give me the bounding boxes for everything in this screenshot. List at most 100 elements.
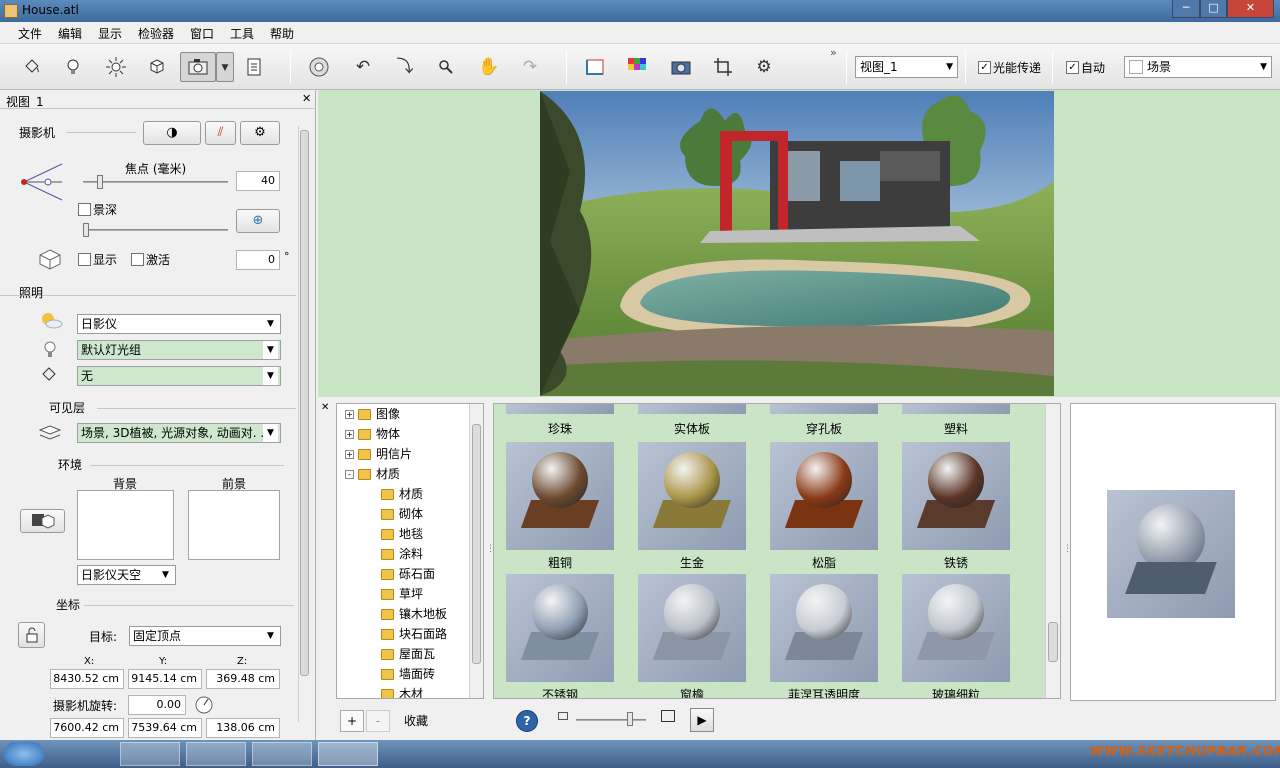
light-group-select[interactable]: 默认灯光组 ▼: [77, 340, 281, 360]
undo-icon[interactable]: ↶: [348, 52, 378, 82]
material-thumbnail-partial[interactable]: [638, 404, 746, 414]
focal-length-input[interactable]: 40: [236, 171, 280, 191]
material-thumbnail[interactable]: [902, 574, 1010, 682]
tree-expander-icon[interactable]: -: [345, 470, 354, 479]
camera-type-button[interactable]: ◑: [143, 121, 201, 145]
menu-inspector[interactable]: 检验器: [138, 25, 174, 42]
export-image-icon[interactable]: [580, 52, 610, 82]
tree-item[interactable]: - 材质: [345, 464, 400, 484]
minimize-button[interactable]: ─: [1172, 0, 1200, 18]
environment-swap-button[interactable]: [20, 509, 65, 533]
start-button[interactable]: [4, 742, 44, 766]
material-thumbnail[interactable]: [638, 442, 746, 550]
render-camera-icon[interactable]: [666, 52, 696, 82]
camera-y-input[interactable]: 7539.64 cm: [128, 718, 202, 738]
tree-expander-icon[interactable]: +: [345, 410, 354, 419]
focal-length-slider[interactable]: [83, 181, 228, 183]
global-illumination-checkbox[interactable]: ✓: [978, 61, 991, 74]
scene-select[interactable]: 场景 ▼: [1124, 56, 1272, 78]
scrollbar-thumb[interactable]: [1048, 622, 1058, 662]
target-y-input[interactable]: 9145.14 cm: [128, 669, 202, 689]
material-thumbnail[interactable]: [770, 574, 878, 682]
tree-scrollbar[interactable]: [469, 404, 483, 698]
large-thumbnail-icon[interactable]: [661, 710, 675, 722]
camera-settings-button[interactable]: ⚙: [240, 121, 280, 145]
menu-edit[interactable]: 编辑: [58, 25, 82, 42]
depth-of-field-slider[interactable]: [83, 229, 228, 231]
target-z-input[interactable]: 369.48 cm: [206, 669, 280, 689]
walk-icon[interactable]: ⤵: [390, 52, 420, 82]
background-swatch[interactable]: [77, 490, 174, 560]
tree-item[interactable]: 镶木地板: [381, 604, 447, 624]
render-viewport[interactable]: [318, 90, 1280, 397]
tree-item[interactable]: + 物体: [345, 424, 400, 444]
target-select[interactable]: 固定顶点 ▼: [129, 626, 281, 646]
redo-icon[interactable]: ↷: [515, 52, 545, 82]
content-browser-close-icon[interactable]: ✕: [321, 402, 329, 413]
camera-z-input[interactable]: 138.06 cm: [206, 718, 280, 738]
tree-item[interactable]: 地毯: [381, 524, 423, 544]
orbit-icon[interactable]: [304, 52, 334, 82]
maximize-button[interactable]: □: [1200, 0, 1227, 18]
material-thumbnail-partial[interactable]: [506, 404, 614, 414]
material-thumbnail[interactable]: [506, 574, 614, 682]
tree-item[interactable]: + 明信片: [345, 444, 412, 464]
panel-close-icon[interactable]: ✕: [302, 92, 311, 105]
menu-tools[interactable]: 工具: [230, 25, 254, 42]
tree-item[interactable]: 块石面路: [381, 624, 447, 644]
tree-item[interactable]: 砌体: [381, 504, 423, 524]
view-select[interactable]: 视图_1 ▼: [855, 56, 958, 78]
clip-activate-checkbox[interactable]: [131, 253, 144, 266]
tree-expander-icon[interactable]: +: [345, 450, 354, 459]
pan-hand-icon[interactable]: ✋: [474, 52, 504, 82]
material-palette-icon[interactable]: [622, 52, 652, 82]
material-thumbnail[interactable]: [770, 442, 878, 550]
light-bulb-icon[interactable]: [58, 52, 88, 82]
material-thumbnail[interactable]: [638, 574, 746, 682]
tree-item[interactable]: 屋面瓦: [381, 644, 435, 664]
sun-select[interactable]: 日影仪 ▼: [77, 314, 281, 334]
thumbnail-size-slider[interactable]: [576, 719, 646, 721]
tree-item[interactable]: 草坪: [381, 584, 423, 604]
add-favorite-button[interactable]: +: [340, 710, 364, 732]
gallery-scrollbar[interactable]: [1045, 404, 1060, 698]
light-none-select[interactable]: 无 ▼: [77, 366, 281, 386]
remove-favorite-button[interactable]: -: [366, 710, 390, 732]
camera-rotation-input[interactable]: 0.00: [128, 695, 186, 715]
target-x-input[interactable]: 8430.52 cm: [50, 669, 124, 689]
thumbnail-size-slider-thumb[interactable]: [627, 712, 633, 726]
depth-of-field-slider-thumb[interactable]: [83, 223, 89, 237]
paint-bucket-icon[interactable]: [17, 52, 47, 82]
cube-icon[interactable]: [142, 52, 172, 82]
taskbar-app[interactable]: [186, 742, 246, 766]
camera-dropdown-icon[interactable]: ▼: [216, 52, 234, 82]
scrollbar-thumb[interactable]: [300, 130, 309, 676]
tree-item[interactable]: 墙面砖: [381, 664, 435, 684]
help-icon[interactable]: ?: [516, 710, 538, 732]
tree-item[interactable]: + 图像: [345, 404, 400, 424]
sun-icon[interactable]: [101, 52, 131, 82]
document-icon[interactable]: [239, 52, 269, 82]
panel-scrollbar[interactable]: [298, 126, 310, 722]
focus-target-button[interactable]: ⊕: [236, 209, 280, 233]
taskbar-app[interactable]: [120, 742, 180, 766]
play-button[interactable]: ▶: [690, 708, 714, 732]
material-thumbnail[interactable]: [506, 442, 614, 550]
menu-window[interactable]: 窗口: [190, 25, 214, 42]
scrollbar-thumb[interactable]: [472, 424, 481, 664]
unlock-icon[interactable]: [18, 622, 45, 648]
focal-length-slider-thumb[interactable]: [97, 175, 103, 189]
material-thumbnail-partial[interactable]: [902, 404, 1010, 414]
tree-item[interactable]: 材质: [381, 484, 423, 504]
layers-select[interactable]: 场景, 3D植被, 光源对象, 动画对. . . ▼: [77, 423, 281, 443]
close-button[interactable]: ✕: [1227, 0, 1274, 18]
material-thumbnail[interactable]: [902, 442, 1010, 550]
clip-angle-input[interactable]: 0: [236, 250, 280, 270]
tree-item[interactable]: 涂料: [381, 544, 423, 564]
menu-view[interactable]: 显示: [98, 25, 122, 42]
auto-checkbox[interactable]: ✓: [1066, 61, 1079, 74]
camera-icon[interactable]: [180, 52, 216, 82]
tree-expander-icon[interactable]: +: [345, 430, 354, 439]
taskbar-app[interactable]: [252, 742, 312, 766]
menu-help[interactable]: 帮助: [270, 25, 294, 42]
